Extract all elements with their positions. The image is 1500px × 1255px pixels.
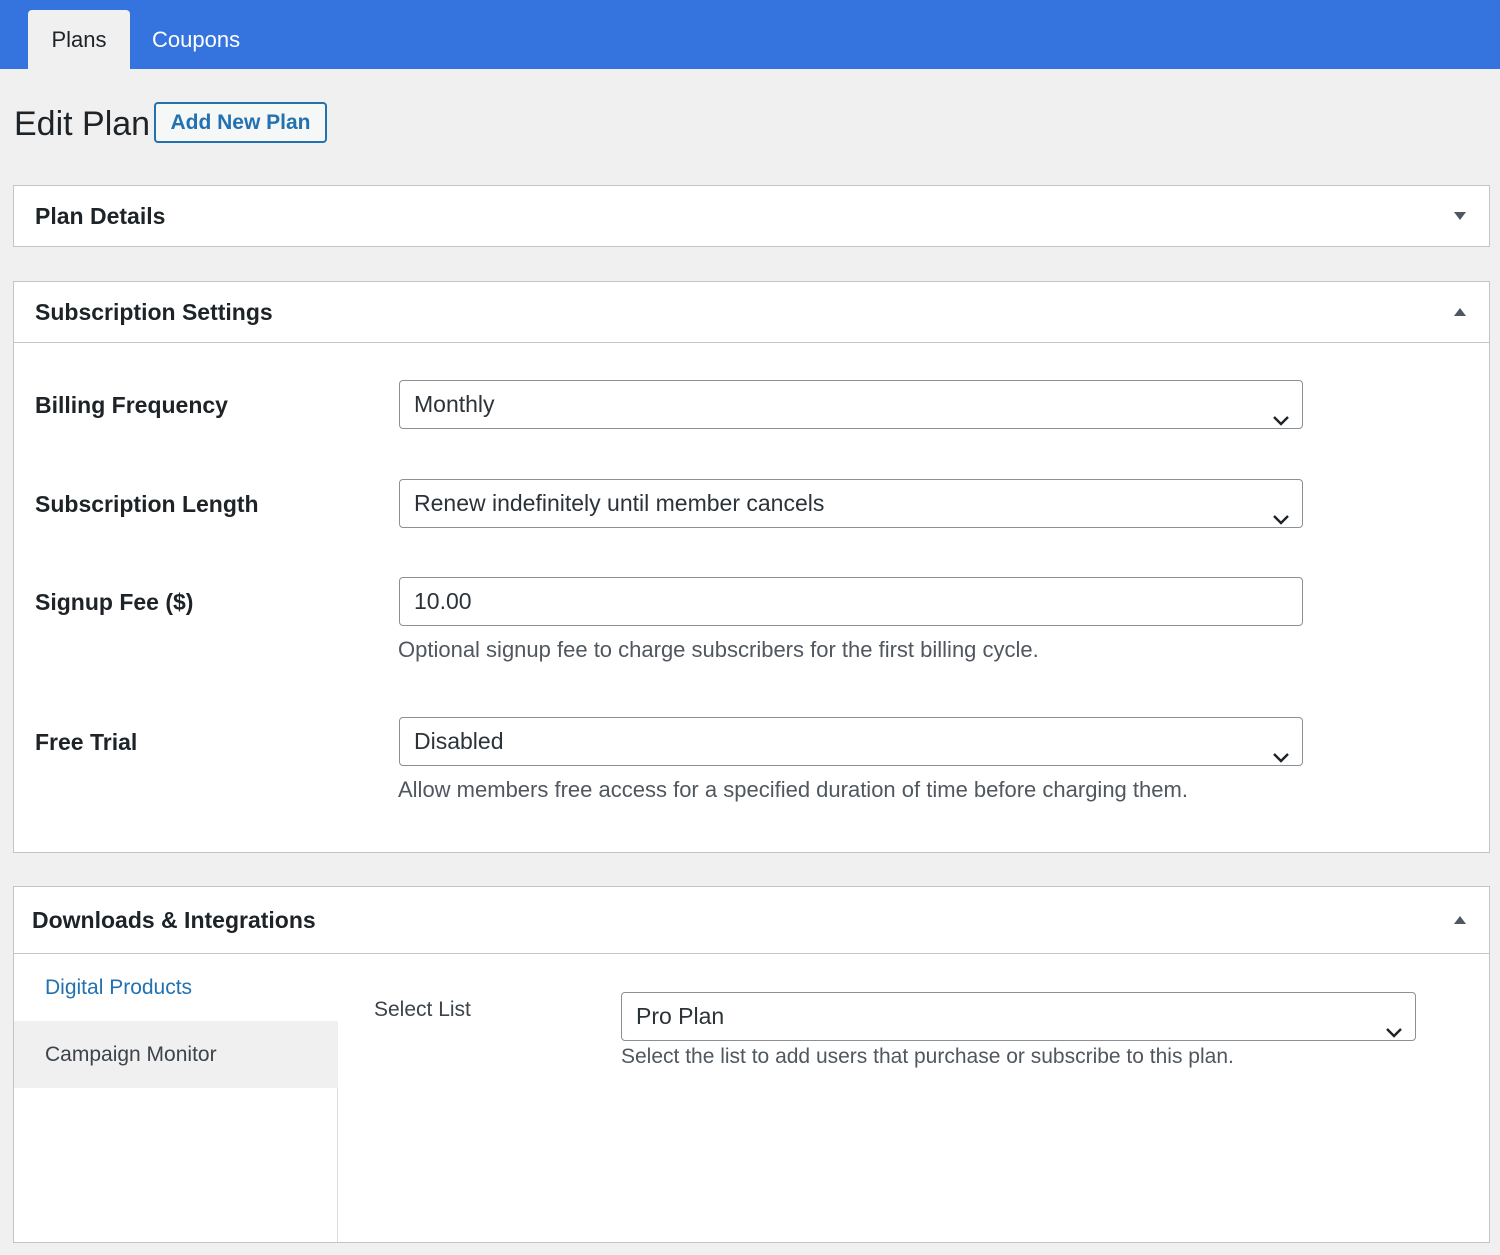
select-list-value: Pro Plan bbox=[636, 1003, 725, 1029]
add-new-plan-button[interactable]: Add New Plan bbox=[154, 102, 327, 143]
subscription-length-select[interactable]: Renew indefinitely until member cancels bbox=[399, 479, 1303, 528]
subscription-length-label: Subscription Length bbox=[35, 491, 259, 517]
free-trial-description: Allow members free access for a specifie… bbox=[398, 777, 1188, 802]
free-trial-value: Disabled bbox=[414, 728, 504, 754]
plan-details-title: Plan Details bbox=[35, 203, 166, 229]
signup-fee-label: Signup Fee ($) bbox=[35, 589, 194, 615]
select-list-select[interactable]: Pro Plan bbox=[621, 992, 1416, 1041]
subscription-settings-title: Subscription Settings bbox=[35, 299, 273, 325]
plan-details-box: Plan Details bbox=[13, 185, 1490, 247]
signup-fee-value: 10.00 bbox=[414, 588, 472, 614]
free-trial-select[interactable]: Disabled bbox=[399, 717, 1303, 766]
sidebar-item-campaign-monitor[interactable]: Campaign Monitor bbox=[14, 1021, 338, 1088]
triangle-up-icon[interactable] bbox=[1453, 306, 1467, 318]
subscription-settings-box: Subscription Settings Billing Frequency … bbox=[13, 281, 1490, 853]
downloads-integrations-title: Downloads & Integrations bbox=[32, 907, 316, 933]
billing-frequency-value: Monthly bbox=[414, 391, 495, 417]
sidebar-item-digital-products[interactable]: Digital Products bbox=[14, 954, 338, 1021]
triangle-down-icon[interactable] bbox=[1453, 210, 1467, 222]
integrations-sidebar: Digital Products Campaign Monitor bbox=[14, 954, 338, 1242]
free-trial-label: Free Trial bbox=[35, 729, 138, 755]
chevron-down-icon bbox=[1385, 1008, 1403, 1038]
triangle-up-icon[interactable] bbox=[1453, 914, 1467, 926]
signup-fee-description: Optional signup fee to charge subscriber… bbox=[398, 637, 1039, 662]
select-list-description: Select the list to add users that purcha… bbox=[621, 1045, 1234, 1068]
subscription-settings-header[interactable]: Subscription Settings bbox=[14, 282, 1489, 343]
subscription-length-value: Renew indefinitely until member cancels bbox=[414, 490, 825, 516]
top-tab-bar: Plans Coupons bbox=[0, 0, 1500, 69]
signup-fee-input[interactable]: 10.00 bbox=[399, 577, 1303, 626]
chevron-down-icon bbox=[1272, 495, 1290, 525]
billing-frequency-select[interactable]: Monthly bbox=[399, 380, 1303, 429]
tab-plans[interactable]: Plans bbox=[28, 10, 130, 69]
chevron-down-icon bbox=[1272, 733, 1290, 763]
chevron-down-icon bbox=[1272, 396, 1290, 426]
select-list-label: Select List bbox=[374, 998, 471, 1021]
plan-details-header[interactable]: Plan Details bbox=[14, 186, 1489, 247]
downloads-integrations-box: Downloads & Integrations Digital Product… bbox=[13, 886, 1490, 1243]
tab-coupons[interactable]: Coupons bbox=[130, 10, 262, 69]
page-title: Edit Plan bbox=[14, 105, 151, 143]
billing-frequency-label: Billing Frequency bbox=[35, 392, 228, 418]
downloads-integrations-header[interactable]: Downloads & Integrations bbox=[14, 887, 1489, 954]
